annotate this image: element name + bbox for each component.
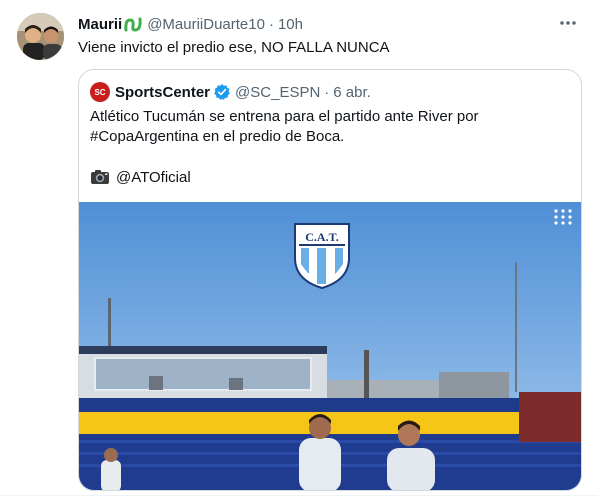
camera-icon [91,170,109,184]
quote-header: SC SportsCenter @SC_ESPN · 6 abr. [90,82,371,102]
photo-credit: @ATOficial [90,167,191,187]
separator-dot: · [268,15,274,33]
quote-separator-dot: · [324,83,330,101]
quoted-tweet[interactable]: SC SportsCenter @SC_ESPN · 6 abr. Atléti… [78,69,582,491]
more-horizontal-icon [560,21,576,25]
quote-timestamp[interactable]: 6 abr. [333,84,371,101]
tweet[interactable]: Maurii @MauriiDuarte10 · 10h Viene invic… [0,0,598,496]
display-name[interactable]: Maurii [78,16,122,33]
handle[interactable]: @MauriiDuarte10 [147,16,265,33]
quote-avatar[interactable]: SC [90,82,110,102]
avatar[interactable] [17,13,64,60]
tweet-text: Viene invicto el predio ese, NO FALLA NU… [78,39,390,56]
tweet-header: Maurii @MauriiDuarte10 · 10h [78,14,303,34]
verified-badge-icon [214,84,230,100]
quote-text-line: Atlético Tucumán se entrena para el part… [90,108,479,125]
grid-dots-icon [554,209,572,225]
quote-handle[interactable]: @SC_ESPN [235,84,320,101]
timestamp[interactable]: 10h [278,16,303,33]
media-image[interactable]: C.A.T. [79,202,581,490]
quote-text: Atlético Tucumán se entrena para el part… [90,107,570,147]
crest-text: C.A.T. [305,230,339,244]
quote-display-name[interactable]: SportsCenter [115,84,210,101]
photo-credit-handle[interactable]: @ATOficial [116,169,191,186]
more-options-button[interactable] [556,12,580,34]
green-loop-emoji-icon [124,17,142,32]
quote-text-line: #CopaArgentina en el predio de Boca. [90,128,345,145]
